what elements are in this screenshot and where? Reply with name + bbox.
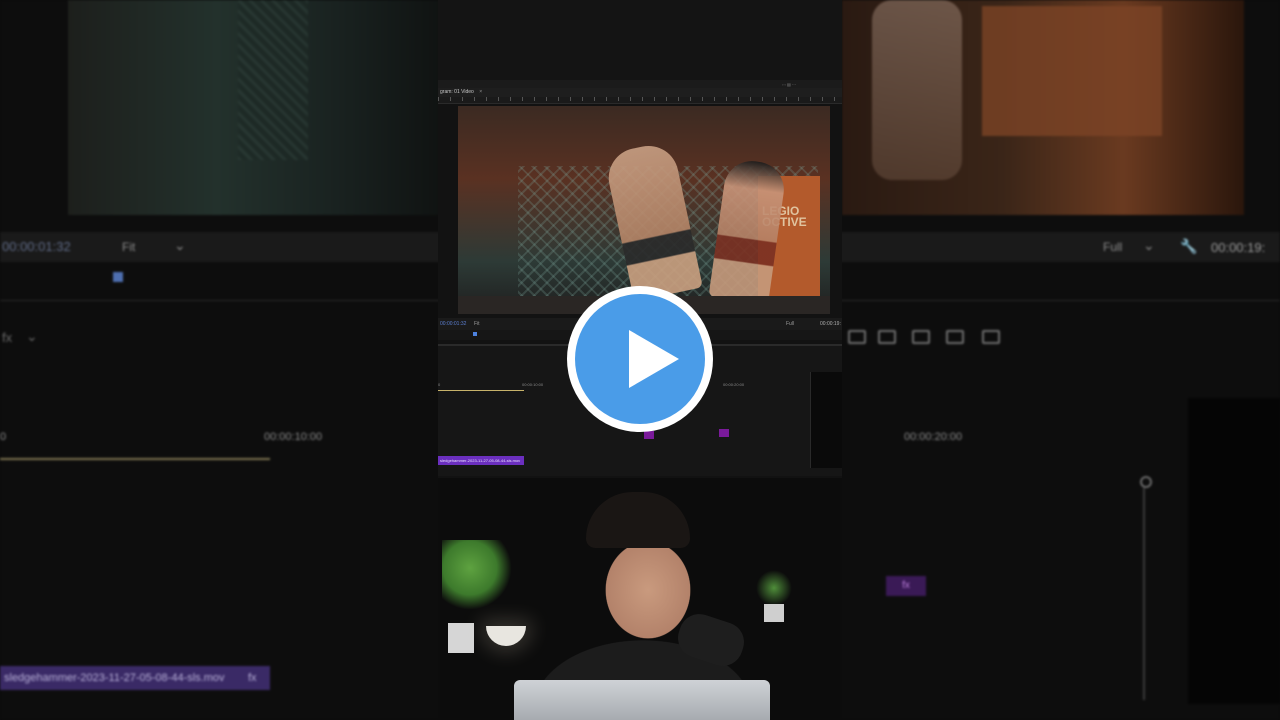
ruler-tick (594, 97, 595, 101)
ruler-tick (510, 97, 511, 101)
ruler-tick (558, 97, 559, 101)
ruler-tick (738, 97, 739, 101)
ruler-tick (642, 97, 643, 101)
seq-tc-10: 00:00:10:00 (522, 382, 544, 387)
ruler-tick (654, 97, 655, 101)
ruler-tick (774, 97, 775, 101)
left-fit-select[interactable]: Fit (122, 240, 135, 254)
background-dark-panel (1188, 398, 1280, 704)
ruler-tick (546, 97, 547, 101)
ruler-tick (714, 97, 715, 101)
left-clip[interactable]: sledgehammer-2023-11-27-05-08-44-sls.mov… (0, 666, 270, 690)
monitor-timecode: 00:00:01:32 (440, 321, 467, 327)
fx-badge: fx (248, 672, 257, 684)
camera-icon[interactable] (848, 330, 866, 344)
playhead[interactable] (473, 332, 477, 336)
left-ruler-label: 00:00:10:00 (264, 431, 323, 443)
work-area-line[interactable] (438, 390, 524, 391)
ruler-tick (750, 97, 751, 101)
ruler-tick (570, 97, 571, 101)
ruler-tick (606, 97, 607, 101)
plant (442, 540, 512, 610)
ruler-tick (822, 97, 823, 101)
play-button[interactable] (567, 286, 713, 432)
plant-pot (448, 623, 474, 653)
plant-pot (764, 604, 784, 622)
ruler-tick (810, 97, 811, 101)
ruler-tick (834, 97, 835, 101)
play-button-circle (575, 294, 705, 424)
ruler-tick (618, 97, 619, 101)
left-timecode: 00:00:01:32 (2, 239, 71, 254)
ruler-tick (534, 97, 535, 101)
ruler-tick (690, 97, 691, 101)
plant (756, 570, 792, 606)
play-icon (629, 330, 679, 388)
clip-name: sledgehammer-2023-11-27-05-08-44-sls.mov (4, 672, 225, 684)
left-ruler-start: 0 (0, 431, 7, 443)
marker[interactable] (644, 431, 654, 439)
webcam-feed (438, 478, 842, 720)
left-fx-label: fx (2, 330, 13, 345)
right-ruler-label: 00:00:20:00 (904, 431, 963, 443)
ruler-tick (474, 97, 475, 101)
monitor-ruler (438, 97, 842, 104)
wrench-icon[interactable]: 🔧 (1180, 238, 1197, 255)
ruler-tick (486, 97, 487, 101)
ruler-tick (582, 97, 583, 101)
background-video-frame-left (68, 0, 440, 215)
chevron-down-icon[interactable]: ⌄ (174, 237, 186, 254)
right-full-select[interactable]: Full (1103, 240, 1122, 254)
ruler-tick (450, 97, 451, 101)
ruler-tick (630, 97, 631, 101)
cage-texture (238, 0, 308, 160)
vertical-scrollbar[interactable] (1143, 488, 1145, 700)
program-monitor-tab[interactable]: gram: 01 Video × (438, 88, 842, 97)
end-timecode: 00:00:19: (820, 321, 841, 327)
scroll-handle[interactable] (1140, 476, 1152, 488)
fit-select[interactable]: Fit (474, 321, 480, 327)
export-frame-icon[interactable] (982, 330, 1000, 344)
close-icon[interactable]: × (479, 89, 482, 95)
ruler-tick (462, 97, 463, 101)
right-fx-clip[interactable]: fx (886, 576, 926, 596)
window-controls[interactable]: ▫ ▫ ▤ ⋯ (782, 82, 796, 87)
ruler-tick (678, 97, 679, 101)
tab-label: gram: 01 Video (440, 89, 474, 95)
seq-start-tc: 0 (438, 382, 441, 387)
laptop (514, 680, 770, 720)
lamp-bowl (486, 626, 526, 646)
ruler-tick (726, 97, 727, 101)
ruler-tick (438, 97, 439, 101)
timeline-clip[interactable]: sledgehammer-2023-11-27-05-08-44-sls.mov (438, 456, 524, 465)
chevron-down-icon[interactable]: ⌄ (1143, 237, 1155, 254)
ruler-tick (702, 97, 703, 101)
seq-tc-20: 00:00:20:00 (723, 382, 745, 387)
fighter-leg (872, 0, 962, 180)
ruler-tick (666, 97, 667, 101)
video-frame: LEGIO OCTIVE (458, 106, 830, 314)
compare-icon[interactable] (946, 330, 964, 344)
banner-logo (982, 6, 1162, 136)
ruler-tick (498, 97, 499, 101)
playhead[interactable] (113, 272, 123, 282)
ruler-tick (522, 97, 523, 101)
overlay-icon[interactable] (878, 330, 896, 344)
chevron-down-icon[interactable]: ⌄ (26, 328, 38, 345)
background-video-frame-right (842, 0, 1244, 215)
top-dark-area (438, 0, 842, 80)
safe-margins-icon[interactable] (912, 330, 930, 344)
sequence-side-panel (810, 372, 842, 468)
right-timecode: 00:00:19: (1211, 240, 1266, 255)
work-area-bar[interactable] (0, 458, 270, 460)
ruler-tick (762, 97, 763, 101)
ruler-tick (786, 97, 787, 101)
ruler-tick (798, 97, 799, 101)
full-select[interactable]: Full (786, 321, 794, 327)
marker[interactable] (719, 429, 729, 437)
